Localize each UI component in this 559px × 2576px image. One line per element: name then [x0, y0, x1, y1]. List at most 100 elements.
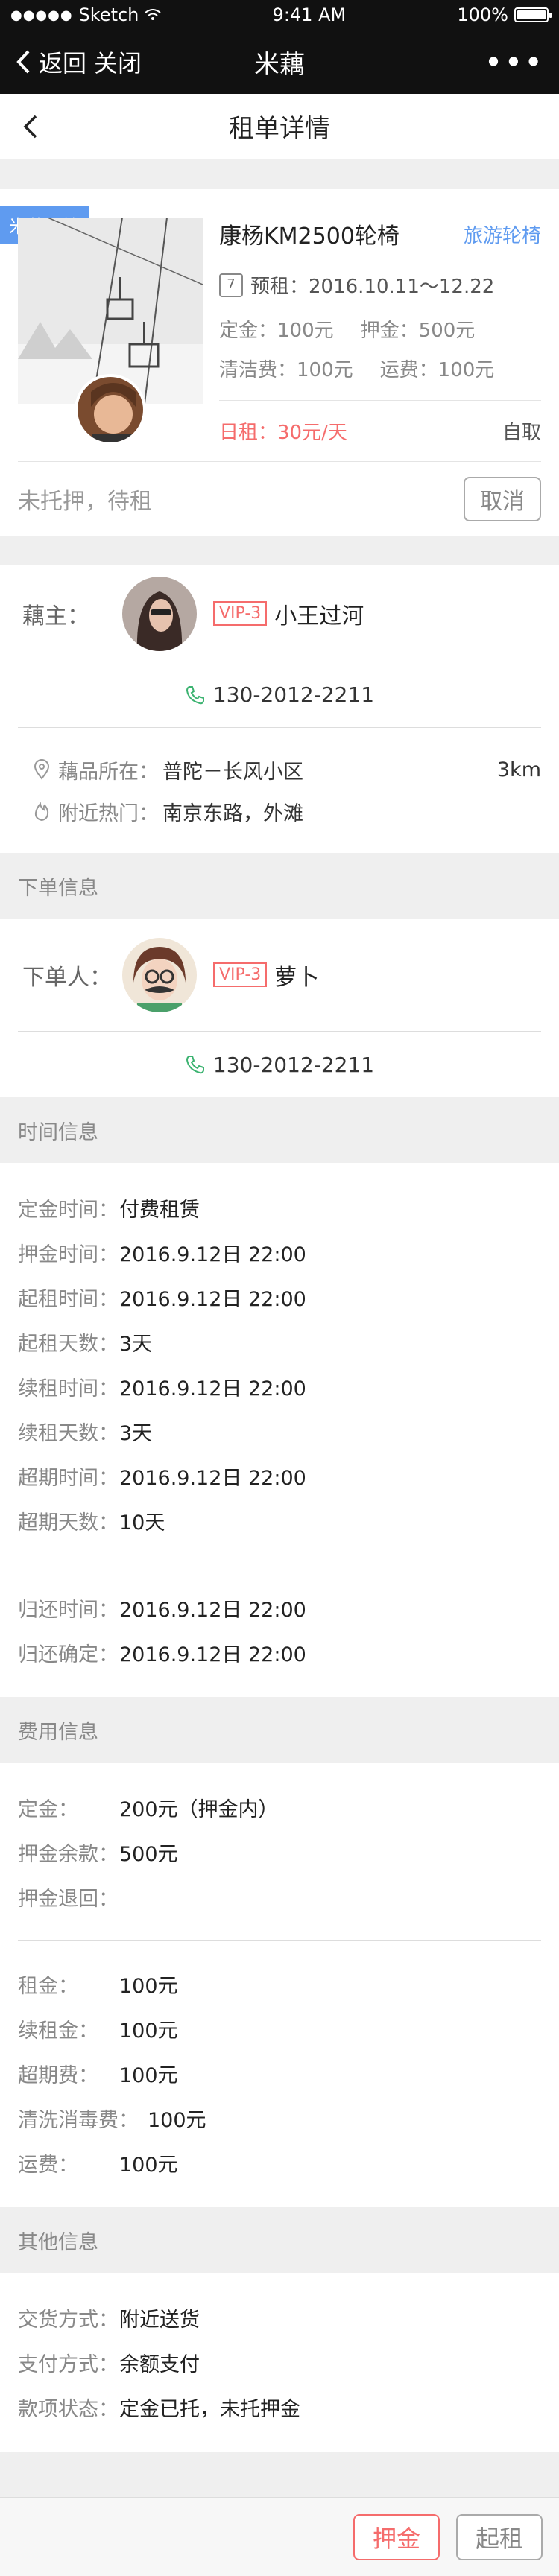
product-card[interactable]: 米藕代管 [0, 189, 559, 536]
guarantee-fee: 押金：500元 [361, 315, 476, 343]
fee-row: 押金退回： [18, 1874, 541, 1919]
daily-value: 30元/天 [277, 422, 347, 444]
clean-fee: 清洁费：100元 [219, 355, 353, 382]
time-row-label: 定金时间： [18, 1198, 119, 1222]
product-name[interactable]: 康杨KM2500轮椅 [219, 218, 399, 250]
fee-row: 押金余款： 500元 [18, 1830, 541, 1874]
product-info: 康杨KM2500轮椅 旅游轮椅 7 预租： 2016.10.11～12.22 定… [203, 218, 541, 445]
owner-vip-badge: VIP-3 [213, 601, 268, 626]
owner-avatar[interactable] [122, 576, 197, 651]
fee-row-1: 定金：100元 押金：500元 [219, 315, 541, 343]
other-row-value: 附近送货 [119, 2308, 200, 2332]
section-gap [0, 536, 559, 565]
page-title: 租单详情 [229, 114, 330, 144]
order-status-text: 未托押，待租 [18, 488, 152, 515]
time-row-value: 2016.9.12日 22:00 [119, 1466, 306, 1490]
location-block: 藕品所在： 普陀－长风小区 3km 附近热门： 南京东路，外滩 [18, 728, 541, 853]
close-link[interactable]: 关闭 [94, 45, 142, 79]
status-time: 9:41 AM [272, 4, 347, 25]
product-title-row: 康杨KM2500轮椅 旅游轮椅 [219, 218, 541, 250]
other-row-label: 款项状态： [18, 2397, 119, 2421]
phone-icon [186, 1056, 204, 1074]
guarantee-label: 押金： [360, 320, 419, 342]
fee-row-label: 定金： [18, 1798, 78, 1821]
signal-dots-icon: ●●●●● [10, 7, 73, 23]
deposit-value: 100元 [277, 320, 334, 342]
time-row: 起租时间： 2016.9.12日 22:00 [18, 1275, 541, 1319]
fee-row-value: 100元 [119, 2063, 178, 2087]
rent-date-label: 预租： [250, 276, 309, 298]
wifi-icon [145, 9, 162, 20]
time-row-label: 超期时间： [18, 1466, 119, 1490]
more-button[interactable]: ••• [484, 44, 544, 80]
owner-row[interactable]: 藕主： VIP-3 小王过河 [18, 565, 541, 662]
fee-row-value: 100元 [119, 1974, 178, 1998]
orderer-card: 下单人： VIP-3 萝卜 130-2012-2211 [0, 919, 559, 1097]
other-row-label: 交货方式： [18, 2308, 119, 2332]
other-info-header: 其他信息 [0, 2207, 559, 2273]
owner-avatar-small[interactable] [75, 374, 146, 445]
orderer-avatar[interactable] [122, 937, 197, 1012]
fee-info-header: 费用信息 [0, 1697, 559, 1763]
fee-row-label: 租金： [18, 1974, 78, 1998]
other-info-list: 交货方式： 附近送货 支付方式： 余额支付 款项状态： 定金已托，未托押金 [0, 2273, 559, 2452]
back-icon[interactable] [15, 110, 48, 143]
product-category[interactable]: 旅游轮椅 [464, 221, 541, 248]
other-row-value: 余额支付 [119, 2353, 200, 2376]
wechat-left: 返回 关闭 [15, 45, 142, 79]
owner-name: 小王过河 [274, 603, 364, 629]
other-row-value: 定金已托，未托押金 [119, 2397, 300, 2421]
location-distance: 3km [496, 758, 541, 781]
orderer-phone-row[interactable]: 130-2012-2211 [18, 1032, 541, 1097]
location-row[interactable]: 藕品所在： 普陀－长风小区 3km [18, 749, 541, 790]
orderer-row[interactable]: 下单人： VIP-3 萝卜 [18, 919, 541, 1032]
product-row: 康杨KM2500轮椅 旅游轮椅 7 预租： 2016.10.11～12.22 定… [18, 217, 541, 445]
return-row-value: 2016.9.12日 22:00 [119, 1598, 306, 1622]
time-row-value: 10天 [119, 1511, 165, 1535]
battery-percent: 100% [457, 4, 508, 25]
owner-phone-row[interactable]: 130-2012-2211 [18, 662, 541, 728]
ship-value: 100元 [438, 359, 495, 381]
phone-icon [186, 685, 204, 704]
product-image [18, 217, 203, 445]
fee-row-label: 押金余款： [18, 1842, 119, 1866]
return-row-value: 2016.9.12日 22:00 [119, 1643, 306, 1666]
orderer-vip-badge: VIP-3 [213, 962, 268, 987]
deposit-button[interactable]: 押金 [353, 2513, 440, 2560]
other-row: 交货方式： 附近送货 [18, 2295, 541, 2340]
time-row-label: 押金时间： [18, 1243, 119, 1266]
time-row: 押金时间： 2016.9.12日 22:00 [18, 1230, 541, 1275]
time-row: 续租天数： 3天 [18, 1409, 541, 1453]
return-row-label: 归还时间： [18, 1598, 119, 1622]
other-row: 支付方式： 余额支付 [18, 2340, 541, 2385]
time-row: 定金时间： 付费租赁 [18, 1185, 541, 1230]
time-row-value: 3天 [119, 1332, 153, 1356]
fee-row-label: 清洗消毒费： [18, 2108, 139, 2132]
fee-row-label: 押金退回： [18, 1887, 119, 1911]
start-rent-button[interactable]: 起租 [455, 2513, 543, 2560]
orderer-label: 下单人： [22, 964, 112, 991]
daily-label: 日租： [219, 422, 278, 444]
return-row-label: 归还确定： [18, 1643, 119, 1666]
cancel-button[interactable]: 取消 [464, 476, 541, 521]
carrier-name: Sketch [78, 4, 139, 25]
price-row: 日租：30元/天 自取 [219, 400, 541, 445]
time-row: 超期天数： 10天 [18, 1498, 541, 1543]
clean-label: 清洁费： [219, 359, 297, 381]
return-row: 归还时间： 2016.9.12日 22:00 [18, 1585, 541, 1630]
time-row: 起租天数： 3天 [18, 1319, 541, 1364]
back-link[interactable]: 返回 [39, 45, 86, 79]
fee-row-value: 500元 [119, 1842, 178, 1866]
time-row-value: 付费租赁 [119, 1198, 200, 1222]
orderer-name: 萝卜 [274, 964, 320, 991]
ship-fee: 运费：100元 [380, 355, 495, 382]
rent-date-row: 7 预租： 2016.10.11～12.22 [219, 271, 541, 299]
fee-row-label: 超期费： [18, 2063, 98, 2087]
time-row-value: 2016.9.12日 22:00 [119, 1243, 306, 1266]
clean-value: 100元 [297, 359, 353, 381]
chevron-left-icon[interactable] [15, 49, 31, 74]
time-info-header: 时间信息 [0, 1097, 559, 1163]
other-row-label: 支付方式： [18, 2353, 119, 2376]
deposit-fee: 定金：100元 [219, 315, 334, 343]
fee-row: 清洗消毒费： 100元 [18, 2096, 541, 2140]
